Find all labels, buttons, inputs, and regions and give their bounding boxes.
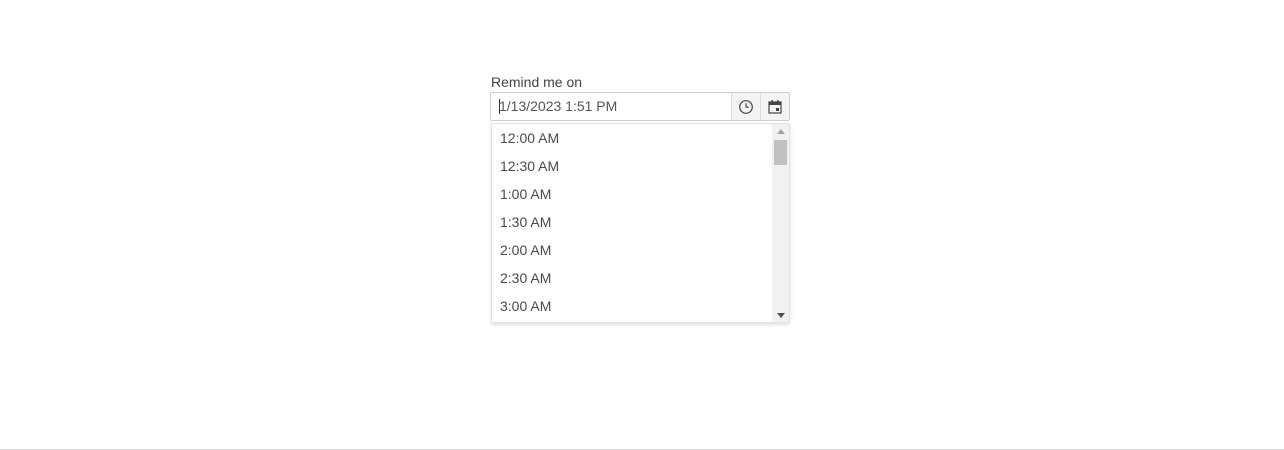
- datetime-picker: 1/13/2023 1:51 PM: [490, 92, 790, 121]
- scroll-down-arrow-icon[interactable]: [772, 308, 789, 322]
- datetime-input[interactable]: 1/13/2023 1:51 PM: [491, 93, 731, 120]
- time-option[interactable]: 2:30 AM: [492, 264, 773, 292]
- time-list: 12:00 AM 12:30 AM 1:00 AM 1:30 AM 2:00 A…: [492, 124, 773, 322]
- clock-icon: [739, 99, 753, 114]
- time-option[interactable]: 1:30 AM: [492, 208, 773, 236]
- time-picker-button[interactable]: [731, 93, 760, 120]
- time-option[interactable]: 12:30 AM: [492, 152, 773, 180]
- date-picker-button[interactable]: [760, 93, 789, 120]
- page: Remind me on 1/13/2023 1:51 PM 12:00 AM …: [0, 0, 1284, 450]
- scroll-thumb[interactable]: [774, 140, 787, 165]
- time-option[interactable]: 2:00 AM: [492, 236, 773, 264]
- scroll-up-arrow-icon[interactable]: [772, 124, 789, 138]
- datetime-value: 1/13/2023 1:51 PM: [499, 98, 618, 114]
- time-list-scrollbar[interactable]: [772, 124, 789, 322]
- reminder-label: Remind me on: [491, 74, 583, 90]
- time-option[interactable]: 3:00 AM: [492, 292, 773, 320]
- time-dropdown: 12:00 AM 12:30 AM 1:00 AM 1:30 AM 2:00 A…: [491, 123, 790, 323]
- time-option[interactable]: 12:00 AM: [492, 124, 773, 152]
- calendar-icon: [768, 99, 782, 114]
- time-option[interactable]: 1:00 AM: [492, 180, 773, 208]
